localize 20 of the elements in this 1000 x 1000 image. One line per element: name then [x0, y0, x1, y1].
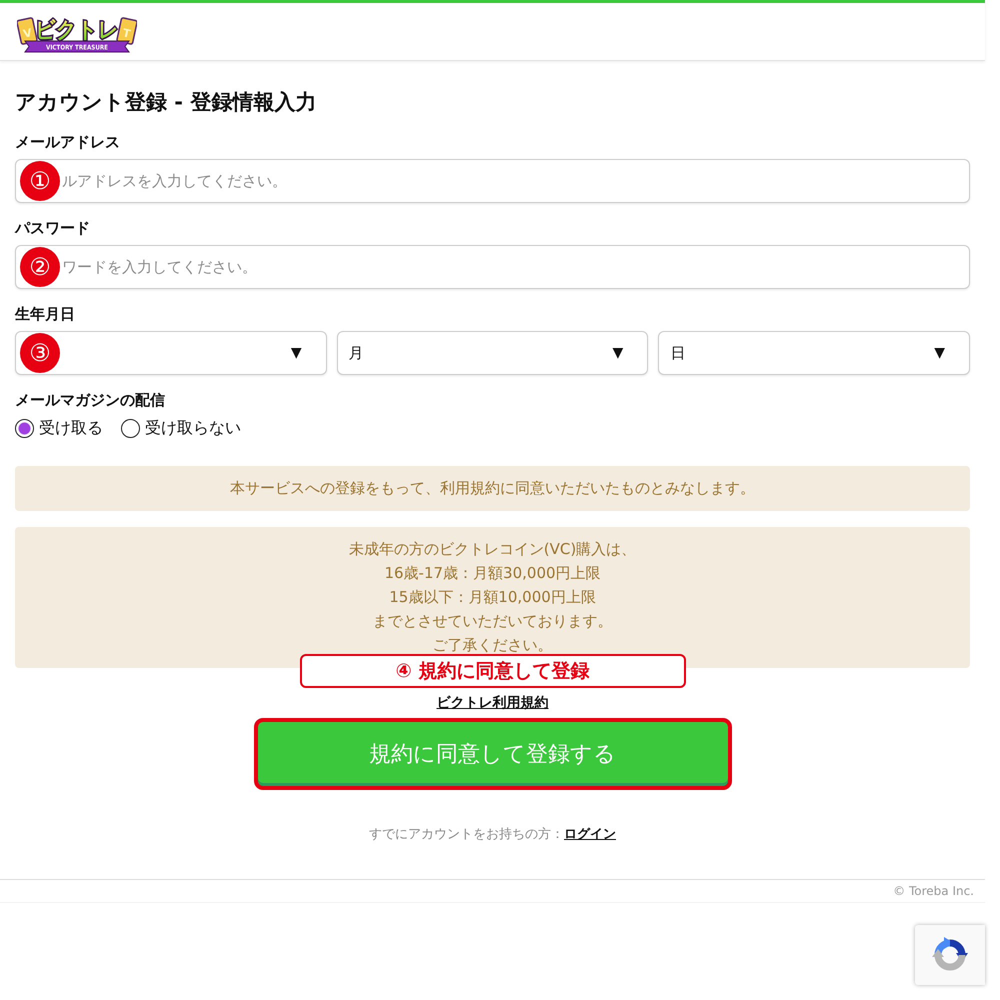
field-label: 生年月日: [15, 304, 76, 325]
dropdown-select[interactable]: 月 ▼: [336, 331, 648, 375]
radio-button-icon[interactable]: [121, 418, 140, 438]
terms-link[interactable]: ビクトレ利用規約: [436, 695, 548, 711]
login-prompt: すでにアカウントをお持ちの方：ログイン: [368, 826, 617, 844]
field-label: メールマガジンの配信: [15, 390, 166, 411]
field-label: パスワード: [15, 218, 91, 239]
radio-option[interactable]: 受け取らない: [121, 416, 241, 440]
caret-icon: ▼: [612, 345, 624, 361]
notice-banner: 本サービスへの登録をもって、利用規約に同意いただいたものとみなします。: [15, 466, 970, 511]
radio-button-icon[interactable]: [15, 418, 34, 438]
login-link[interactable]: ログイン: [564, 827, 616, 842]
field-label: メールアドレス: [15, 132, 121, 153]
caret-icon: ▼: [934, 345, 945, 361]
copyright-text: © Toreba Inc.: [0, 879, 985, 903]
page-title: アカウント登録 - 登録情報入力: [15, 89, 318, 116]
floating-badge[interactable]: [915, 925, 985, 985]
caret-icon: ▼: [290, 345, 302, 361]
dropdown-select[interactable]: 日 ▼: [658, 331, 970, 375]
radio-option[interactable]: 受け取る: [15, 416, 103, 440]
